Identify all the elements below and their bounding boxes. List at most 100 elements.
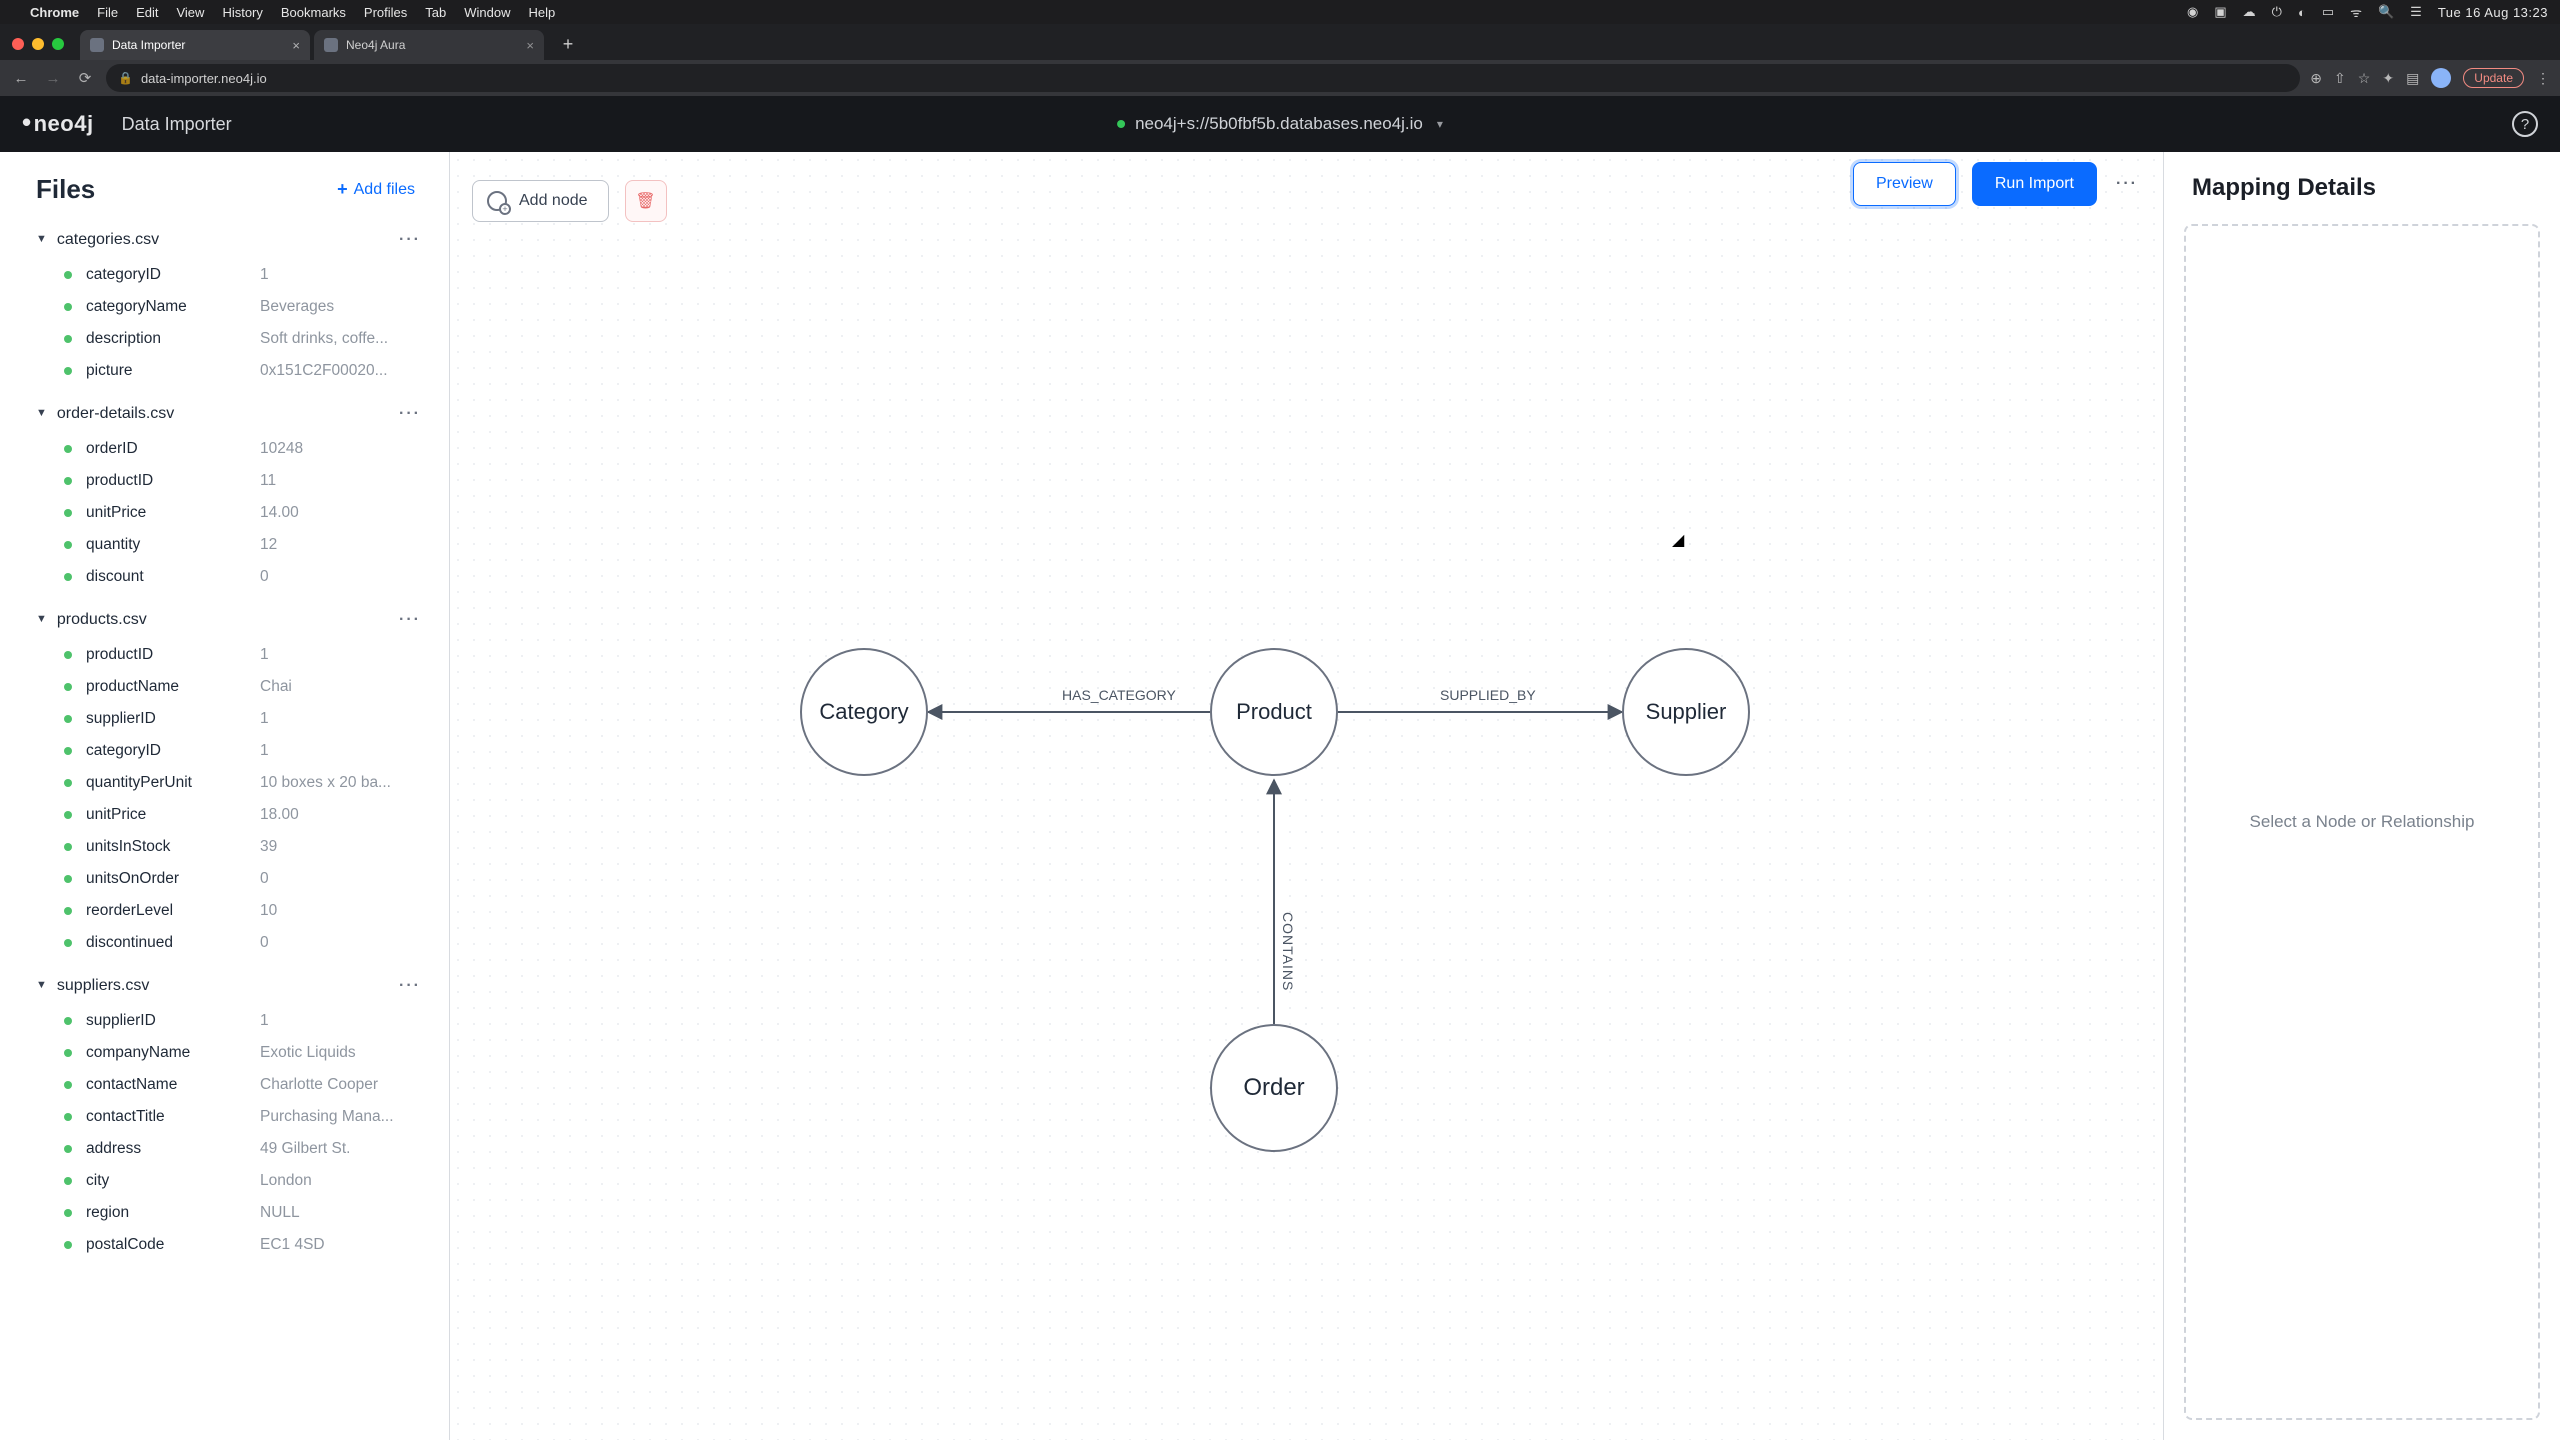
window-zoom-button[interactable] [52, 38, 64, 50]
file-header[interactable]: ▼order-details.csv··· [0, 395, 449, 433]
file-more-menu[interactable]: ··· [399, 231, 421, 249]
field-row[interactable]: contactNameCharlotte Cooper [64, 1069, 421, 1101]
node-product[interactable]: Product [1210, 648, 1338, 776]
menu-history[interactable]: History [222, 5, 262, 20]
status-clock-icon[interactable]: ◐ [2298, 5, 2306, 20]
field-row[interactable]: cityLondon [64, 1165, 421, 1197]
help-button[interactable]: ? [2512, 111, 2538, 137]
field-name: postalCode [86, 1236, 246, 1254]
details-title: Mapping Details [2164, 152, 2560, 214]
field-row[interactable]: regionNULL [64, 1197, 421, 1229]
status-battery-icon[interactable]: ▭ [2322, 4, 2334, 20]
field-name: reorderLevel [86, 902, 246, 920]
sidepanel-icon[interactable]: ▤ [2406, 70, 2419, 87]
menu-profiles[interactable]: Profiles [364, 5, 407, 20]
menu-tab[interactable]: Tab [425, 5, 446, 20]
profile-avatar[interactable] [2431, 68, 2451, 88]
window-minimize-button[interactable] [32, 38, 44, 50]
browser-tab-neo4j-aura[interactable]: Neo4j Aura × [314, 30, 544, 60]
field-row[interactable]: productID11 [64, 465, 421, 497]
field-row[interactable]: categoryID1 [64, 259, 421, 291]
field-row[interactable]: discontinued0 [64, 927, 421, 959]
field-row[interactable]: unitPrice18.00 [64, 799, 421, 831]
file-more-menu[interactable]: ··· [399, 977, 421, 995]
field-row[interactable]: contactTitlePurchasing Mana... [64, 1101, 421, 1133]
omnibox[interactable]: 🔒 data-importer.neo4j.io [106, 64, 2300, 92]
field-row[interactable]: picture0x151C2F00020... [64, 355, 421, 387]
field-row[interactable]: address49 Gilbert St. [64, 1133, 421, 1165]
status-record-icon[interactable]: ◉ [2187, 4, 2198, 20]
field-row[interactable]: unitsInStock39 [64, 831, 421, 863]
field-row[interactable]: companyNameExotic Liquids [64, 1037, 421, 1069]
status-wifi-icon[interactable]: ᯤ [2350, 3, 2362, 21]
status-sync-icon[interactable]: ▣ [2214, 4, 2226, 20]
menu-help[interactable]: Help [529, 5, 556, 20]
nav-forward-icon[interactable]: → [42, 70, 64, 87]
node-supplier[interactable]: Supplier [1622, 648, 1750, 776]
menu-window[interactable]: Window [464, 5, 510, 20]
menu-file[interactable]: File [97, 5, 118, 20]
chrome-update-chip[interactable]: Update [2463, 68, 2524, 88]
browser-tab-data-importer[interactable]: Data Importer × [80, 30, 310, 60]
field-row[interactable]: postalCodeEC1 4SD [64, 1229, 421, 1261]
field-row[interactable]: descriptionSoft drinks, coffe... [64, 323, 421, 355]
file-header[interactable]: ▼categories.csv··· [0, 221, 449, 259]
field-row[interactable]: supplierID1 [64, 703, 421, 735]
connection-selector[interactable]: neo4j+s://5b0fbf5b.databases.neo4j.io ▾ [1117, 114, 1443, 134]
extensions-icon[interactable]: ✦ [2382, 70, 2394, 87]
field-name: contactName [86, 1076, 246, 1094]
chrome-tab-strip: Data Importer × Neo4j Aura × + [0, 24, 2560, 60]
files-list[interactable]: ▼categories.csv···categoryID1categoryNam… [0, 211, 449, 1299]
node-label: Product [1236, 699, 1312, 725]
node-order[interactable]: Order [1210, 1024, 1338, 1152]
field-row[interactable]: quantity12 [64, 529, 421, 561]
canvas-pane[interactable]: Preview Run Import ··· + Add node 🗑 [450, 152, 2164, 1440]
nav-back-icon[interactable]: ← [10, 70, 32, 87]
new-tab-button[interactable]: + [554, 30, 582, 58]
status-spotlight-icon[interactable]: 🔍 [2378, 4, 2394, 20]
field-row[interactable]: discount0 [64, 561, 421, 593]
tab-close-icon[interactable]: × [526, 38, 534, 53]
status-toggle-icon[interactable]: ⏻ [2272, 4, 2282, 20]
file-more-menu[interactable]: ··· [399, 611, 421, 629]
field-row[interactable]: productID1 [64, 639, 421, 671]
add-files-button[interactable]: + Add files [331, 178, 421, 201]
nav-reload-icon[interactable]: ⟳ [74, 69, 96, 87]
field-name: quantity [86, 536, 246, 554]
field-row[interactable]: reorderLevel10 [64, 895, 421, 927]
field-sample: 1 [260, 710, 269, 728]
field-row[interactable]: categoryID1 [64, 735, 421, 767]
field-row[interactable]: orderID10248 [64, 433, 421, 465]
file-more-menu[interactable]: ··· [399, 405, 421, 423]
chrome-menu-icon[interactable]: ⋮ [2536, 70, 2550, 87]
field-row[interactable]: supplierID1 [64, 1005, 421, 1037]
menu-edit[interactable]: Edit [136, 5, 158, 20]
menu-view[interactable]: View [176, 5, 204, 20]
menubar-clock[interactable]: Tue 16 Aug 13:23 [2438, 5, 2548, 20]
node-category[interactable]: Category [800, 648, 928, 776]
field-name: unitPrice [86, 504, 246, 522]
field-row[interactable]: quantityPerUnit10 boxes x 20 ba... [64, 767, 421, 799]
bookmark-icon[interactable]: ☆ [2358, 70, 2371, 87]
field-row[interactable]: categoryNameBeverages [64, 291, 421, 323]
share-icon[interactable]: ⇧ [2334, 70, 2346, 87]
field-status-icon [64, 875, 72, 883]
status-control-center-icon[interactable]: ☰ [2410, 4, 2422, 20]
details-empty-dropzone[interactable]: Select a Node or Relationship [2184, 224, 2540, 1420]
zoom-icon[interactable]: ⊕ [2310, 70, 2322, 87]
file-header[interactable]: ▼products.csv··· [0, 601, 449, 639]
field-status-icon [64, 651, 72, 659]
field-name: discount [86, 568, 246, 586]
field-status-icon [64, 1113, 72, 1121]
menu-bookmarks[interactable]: Bookmarks [281, 5, 346, 20]
window-close-button[interactable] [12, 38, 24, 50]
field-row[interactable]: unitPrice14.00 [64, 497, 421, 529]
field-row[interactable]: productNameChai [64, 671, 421, 703]
tab-close-icon[interactable]: × [292, 38, 300, 53]
status-cloud-icon[interactable]: ☁︎ [2243, 4, 2256, 20]
tab-favicon-icon [324, 38, 338, 52]
field-row[interactable]: unitsOnOrder0 [64, 863, 421, 895]
menubar-app-name[interactable]: Chrome [30, 5, 79, 20]
field-status-icon [64, 747, 72, 755]
file-header[interactable]: ▼suppliers.csv··· [0, 967, 449, 1005]
